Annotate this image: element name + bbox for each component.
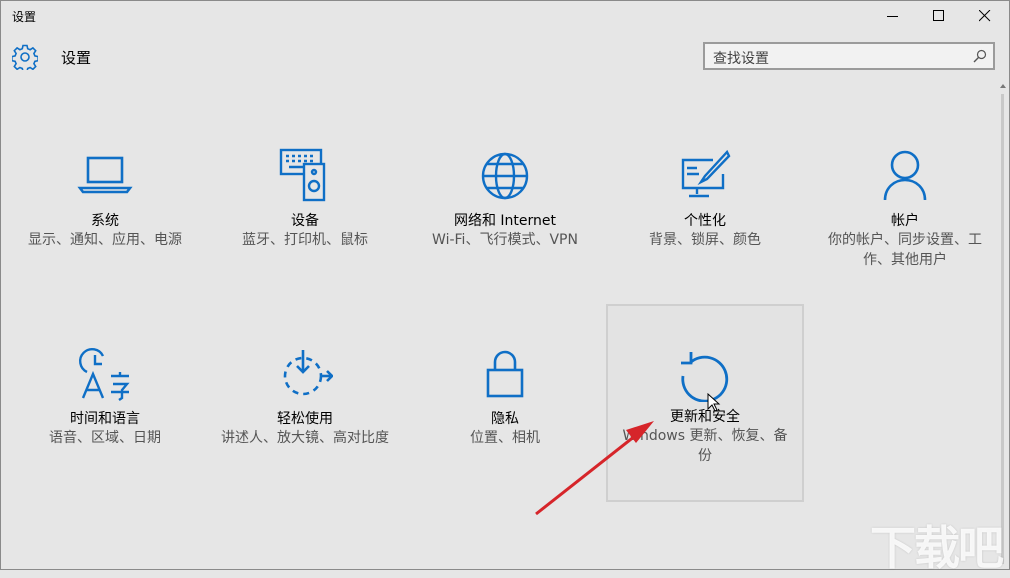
- search-placeholder: 查找设置: [713, 51, 769, 67]
- ease-of-access-icon: [277, 346, 334, 402]
- tile-accounts[interactable]: 帐户 你的帐户、同步设置、工作、其他用户: [806, 106, 1004, 304]
- mouse-cursor-icon: [707, 393, 721, 412]
- devices-icon: [277, 148, 333, 204]
- close-icon: [979, 10, 991, 22]
- tile-label: 个性化: [684, 213, 726, 229]
- window-title: 设置: [12, 10, 37, 24]
- personalization-icon: [677, 148, 733, 204]
- laptop-icon: [77, 148, 133, 204]
- tile-label: 帐户: [891, 213, 919, 229]
- tile-description: Wi-Fi、飞行模式、VPN: [432, 232, 578, 248]
- tile-description: 显示、通知、应用、电源: [28, 232, 182, 248]
- tile-ease-of-access[interactable]: 轻松使用 讲述人、放大镜、高对比度: [206, 304, 404, 502]
- tile-description: 讲述人、放大镜、高对比度: [221, 430, 389, 446]
- title-bar[interactable]: 设置: [0, 0, 1010, 32]
- time-language-icon: [77, 346, 133, 402]
- maximize-button[interactable]: [916, 0, 962, 32]
- search-input[interactable]: 查找设置: [703, 42, 995, 70]
- tile-network[interactable]: 网络和 Internet Wi-Fi、飞行模式、VPN: [406, 106, 604, 304]
- tile-description: 你的帐户、同步设置、工作、其他用户: [828, 232, 982, 268]
- minimize-button[interactable]: [870, 0, 916, 32]
- globe-icon: [477, 148, 533, 204]
- tile-devices[interactable]: 设备 蓝牙、打印机、鼠标: [206, 106, 404, 304]
- tile-label: 网络和 Internet: [453, 213, 557, 229]
- tile-label: 时间和语言: [70, 411, 140, 427]
- gear-icon: [11, 44, 39, 73]
- search-icon[interactable]: [973, 49, 987, 63]
- tile-description: 蓝牙、打印机、鼠标: [242, 232, 368, 248]
- tile-label: 轻松使用: [277, 411, 333, 427]
- tile-description: 背景、锁屏、颜色: [649, 232, 761, 248]
- tile-system[interactable]: 系统 显示、通知、应用、电源: [6, 106, 204, 304]
- tile-personalization[interactable]: 个性化 背景、锁屏、颜色: [606, 106, 804, 304]
- lock-icon: [477, 346, 533, 402]
- watermark: 下载吧: [870, 521, 1004, 575]
- minimize-icon: [887, 16, 898, 17]
- refresh-icon: [677, 346, 733, 403]
- tile-label: 系统: [91, 213, 119, 229]
- tile-label: 设备: [291, 213, 319, 229]
- maximize-icon: [933, 10, 944, 21]
- tile-description: 语音、区域、日期: [49, 430, 161, 446]
- scroll-up-icon[interactable]: [1000, 84, 1006, 88]
- page-title: 设置: [61, 49, 92, 67]
- close-button[interactable]: [962, 0, 1008, 32]
- tile-time-language[interactable]: 时间和语言 语音、区域、日期: [6, 304, 204, 502]
- person-icon: [877, 148, 933, 204]
- annotation-arrow-icon: [535, 421, 654, 516]
